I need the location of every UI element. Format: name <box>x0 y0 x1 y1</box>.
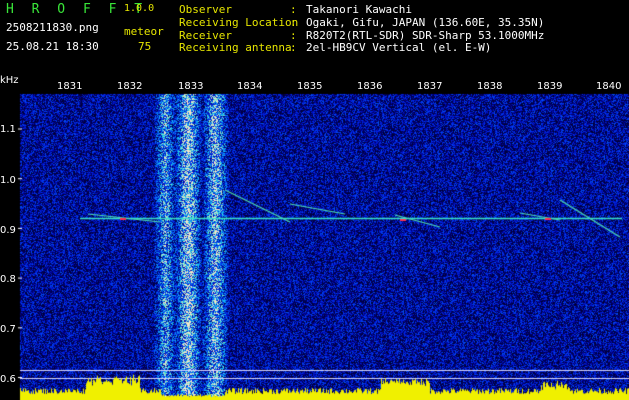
x-tick-label: 1836 <box>357 81 383 92</box>
y-axis-unit-label: kHz <box>0 75 19 86</box>
y-tick-label: 0.6 <box>0 374 16 385</box>
receiver-colon: : <box>290 29 297 42</box>
spectrogram-canvas <box>0 72 629 400</box>
x-tick-label: 1839 <box>537 81 563 92</box>
observer-colon: : <box>290 3 297 16</box>
x-tick-label: 1838 <box>477 81 503 92</box>
x-tick-label: 1840 <box>596 81 622 92</box>
file-name: 2508211830.png <box>6 21 99 34</box>
y-tick-label: 1.1 <box>0 124 16 135</box>
x-tick-label: 1835 <box>297 81 323 92</box>
antenna-colon: : <box>290 41 297 54</box>
x-tick-label: 1832 <box>117 81 143 92</box>
y-tick-label: 0.7 <box>0 324 16 335</box>
receiver-label: Receiver <box>179 29 232 42</box>
location-value: Ogaki, Gifu, JAPAN (136.60E, 35.35N) <box>306 16 545 29</box>
antenna-label: Receiving antenna <box>179 41 292 54</box>
y-tick-label: 1.0 <box>0 175 16 186</box>
x-tick-label: 1831 <box>57 81 83 92</box>
location-colon: : <box>290 16 297 29</box>
observer-label: Observer <box>179 3 232 16</box>
location-label: Receiving Location <box>179 16 299 29</box>
meteor-label: meteor <box>124 25 164 38</box>
antenna-value: 2el-HB9CV Vertical (el. E-W) <box>306 41 492 54</box>
x-tick-label: 1837 <box>417 81 443 92</box>
x-tick-label: 1833 <box>178 81 204 92</box>
timestamp: 25.08.21 18:30 <box>6 40 99 53</box>
meteor-count: 75 <box>138 40 152 53</box>
app-version: 1.0.0 <box>124 3 155 14</box>
receiver-value: R820T2(RTL-SDR) SDR-Sharp 53.1000MHz <box>306 29 545 42</box>
x-tick-label: 1834 <box>237 81 263 92</box>
header-panel: H R O F F T 1.0.0 2508211830.png 25.08.2… <box>0 0 629 72</box>
observer-value: Takanori Kawachi <box>306 3 412 16</box>
y-tick-label: 0.8 <box>0 274 16 285</box>
y-tick-label: 0.9 <box>0 225 16 236</box>
